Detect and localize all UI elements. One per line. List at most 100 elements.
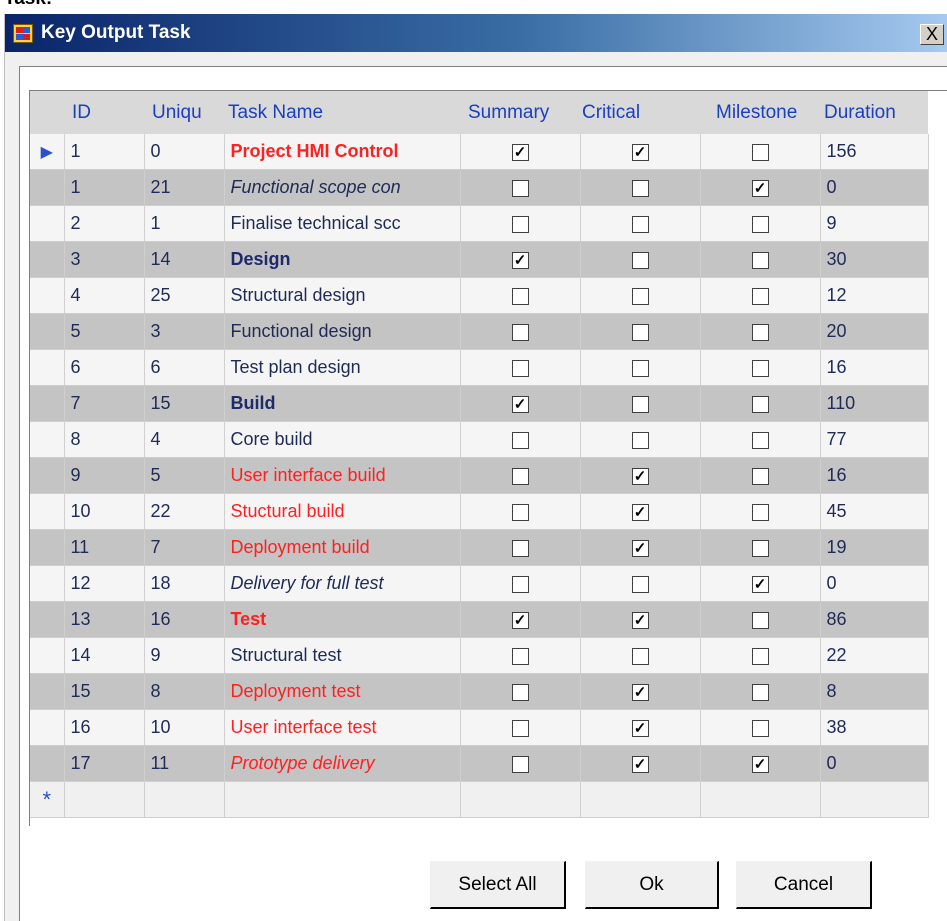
milestone-checkbox[interactable] [751,683,769,701]
table-row[interactable]: 17 11 Prototype delivery ✓ ✓ 0 [30,745,929,782]
duration-cell[interactable]: 22 [820,637,929,674]
critical-checkbox[interactable]: ✓ [631,683,649,701]
duration-cell[interactable]: 0 [820,565,929,602]
critical-cell[interactable]: ✓ [580,457,701,494]
summary-cell[interactable] [460,205,581,242]
critical-cell[interactable]: ✓ [580,673,701,710]
summary-checkbox[interactable] [511,431,529,449]
row-header[interactable] [30,601,65,638]
critical-checkbox[interactable] [631,287,649,305]
new-row-cell[interactable] [64,781,145,818]
row-header[interactable] [30,565,65,602]
critical-checkbox[interactable] [631,359,649,377]
summary-checkbox[interactable] [511,719,529,737]
table-row[interactable]: 12 18 Delivery for full test ✓ 0 [30,565,929,602]
unique-id-cell[interactable]: 18 [144,565,225,602]
critical-cell[interactable]: ✓ [580,601,701,638]
milestone-checkbox[interactable] [751,287,769,305]
summary-checkbox[interactable] [511,755,529,773]
duration-cell[interactable]: 30 [820,241,929,278]
row-header[interactable] [30,637,65,674]
milestone-cell[interactable] [700,277,821,314]
duration-cell[interactable]: 8 [820,673,929,710]
milestone-checkbox[interactable] [751,503,769,521]
row-header[interactable] [30,673,65,710]
row-header[interactable] [30,745,65,782]
row-header[interactable] [30,529,65,566]
column-header-critical[interactable]: Critical [580,91,700,134]
task-name-cell[interactable]: Project HMI Control [224,134,461,170]
column-header-task-name[interactable]: Task Name [224,91,460,134]
new-row-header[interactable]: * [30,781,65,818]
new-row-cell[interactable] [820,781,929,818]
task-name-cell[interactable]: Functional scope con [224,169,461,206]
milestone-checkbox[interactable] [751,395,769,413]
unique-id-cell[interactable]: 3 [144,313,225,350]
task-name-cell[interactable]: Finalise technical scc [224,205,461,242]
task-name-cell[interactable]: Structural design [224,277,461,314]
row-header[interactable] [30,313,65,350]
critical-cell[interactable]: ✓ [580,134,701,170]
critical-cell[interactable] [580,565,701,602]
new-row-cell[interactable] [144,781,225,818]
row-header[interactable] [30,709,65,746]
milestone-cell[interactable] [700,529,821,566]
id-cell[interactable]: 9 [64,457,145,494]
summary-checkbox[interactable]: ✓ [511,143,529,161]
table-row[interactable]: 5 3 Functional design 20 [30,313,929,350]
summary-checkbox[interactable] [511,179,529,197]
milestone-checkbox[interactable] [751,143,769,161]
table-row[interactable]: 8 4 Core build 77 [30,421,929,458]
summary-cell[interactable] [460,313,581,350]
task-name-cell[interactable]: Prototype delivery [224,745,461,782]
milestone-cell[interactable]: ✓ [700,169,821,206]
critical-checkbox[interactable] [631,215,649,233]
milestone-cell[interactable] [700,349,821,386]
milestone-cell[interactable]: ✓ [700,565,821,602]
task-name-cell[interactable]: Stuctural build [224,493,461,530]
id-cell[interactable]: 1 [64,169,145,206]
summary-checkbox[interactable] [511,539,529,557]
task-data-grid[interactable]: ID Uniqu Task Name Summary Critical Mile… [29,90,947,826]
row-header[interactable] [30,349,65,386]
milestone-checkbox[interactable] [751,359,769,377]
table-row[interactable]: 3 14 Design ✓ 30 [30,241,929,278]
id-cell[interactable]: 3 [64,241,145,278]
unique-id-cell[interactable]: 16 [144,601,225,638]
duration-cell[interactable]: 77 [820,421,929,458]
duration-cell[interactable]: 38 [820,709,929,746]
milestone-cell[interactable] [700,205,821,242]
summary-cell[interactable] [460,277,581,314]
critical-cell[interactable] [580,277,701,314]
row-header[interactable] [30,493,65,530]
row-header[interactable] [30,205,65,242]
critical-cell[interactable]: ✓ [580,529,701,566]
unique-id-cell[interactable]: 15 [144,385,225,422]
table-row[interactable]: 7 15 Build ✓ 110 [30,385,929,422]
cancel-button[interactable]: Cancel [736,861,872,909]
summary-cell[interactable] [460,457,581,494]
id-cell[interactable]: 12 [64,565,145,602]
unique-id-cell[interactable]: 7 [144,529,225,566]
summary-cell[interactable] [460,421,581,458]
summary-cell[interactable]: ✓ [460,241,581,278]
duration-cell[interactable]: 16 [820,457,929,494]
summary-cell[interactable] [460,493,581,530]
new-row-cell[interactable] [224,781,461,818]
row-header[interactable] [30,277,65,314]
critical-checkbox[interactable] [631,251,649,269]
unique-id-cell[interactable]: 21 [144,169,225,206]
milestone-cell[interactable] [700,134,821,170]
critical-checkbox[interactable] [631,575,649,593]
summary-checkbox[interactable] [511,575,529,593]
critical-cell[interactable] [580,349,701,386]
summary-checkbox[interactable]: ✓ [511,611,529,629]
milestone-checkbox[interactable]: ✓ [751,179,769,197]
milestone-cell[interactable]: ✓ [700,745,821,782]
milestone-cell[interactable] [700,709,821,746]
summary-checkbox[interactable]: ✓ [511,395,529,413]
unique-id-cell[interactable]: 9 [144,637,225,674]
milestone-cell[interactable] [700,637,821,674]
table-row[interactable]: 9 5 User interface build ✓ 16 [30,457,929,494]
critical-checkbox[interactable] [631,179,649,197]
